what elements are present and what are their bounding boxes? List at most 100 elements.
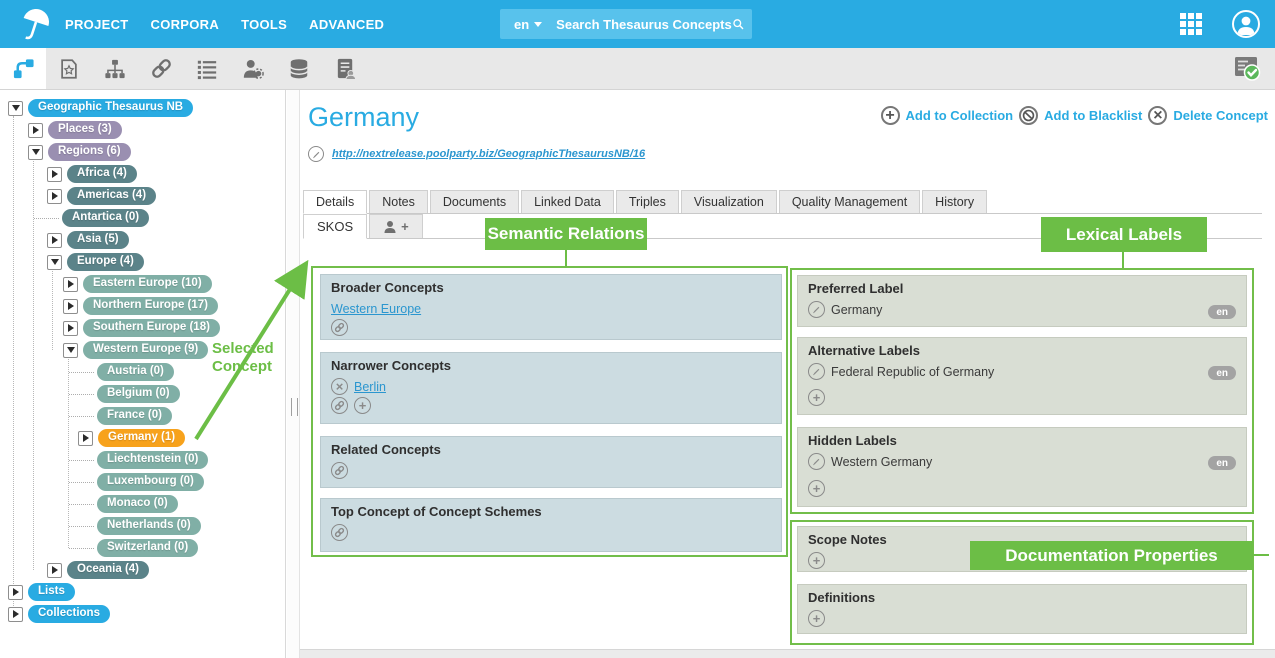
menu-project[interactable]: PROJECT: [65, 17, 129, 32]
hidden-label-value: Western Germany: [831, 455, 932, 469]
tree-toggle[interactable]: [47, 233, 62, 248]
tree-node-austria[interactable]: Austria (0): [97, 363, 174, 382]
search-input[interactable]: en Search Thesaurus Concepts: [500, 9, 752, 39]
quality-status-icon[interactable]: [1233, 54, 1261, 82]
tree-toggle[interactable]: [47, 255, 62, 270]
search-icon[interactable]: [732, 14, 744, 34]
tree-node-africa[interactable]: Africa (4): [67, 165, 137, 184]
add-definition-icon[interactable]: [808, 610, 825, 627]
tree-node-northern-europe[interactable]: Northern Europe (17): [83, 297, 218, 316]
tab-linked-data[interactable]: Linked Data: [521, 190, 614, 213]
pencil-icon[interactable]: [808, 363, 825, 380]
tree-node-regions[interactable]: Regions (6): [48, 143, 131, 162]
tree-node-asia[interactable]: Asia (5): [67, 231, 129, 250]
tree-leaf-stub: [69, 372, 94, 373]
database-icon[interactable]: [276, 48, 322, 89]
tree-node-lists[interactable]: Lists: [28, 583, 75, 602]
chevron-down-icon: [534, 22, 542, 27]
menu-corpora[interactable]: CORPORA: [151, 17, 220, 32]
concept-tree-icon[interactable]: [0, 48, 46, 89]
tree-toggle[interactable]: [8, 585, 23, 600]
tab-details[interactable]: Details: [303, 190, 367, 214]
add-narrower-icon[interactable]: [354, 397, 371, 414]
pencil-icon[interactable]: [808, 453, 825, 470]
search-language-select[interactable]: en: [514, 17, 529, 32]
menu-tools[interactable]: TOOLS: [241, 17, 287, 32]
box-title: Hidden Labels: [808, 433, 1236, 448]
tree-node-antartica[interactable]: Antartica (0): [62, 209, 149, 228]
subtab-skos[interactable]: SKOS: [303, 214, 367, 239]
tree-node-collections[interactable]: Collections: [28, 605, 110, 624]
tab-documents[interactable]: Documents: [430, 190, 519, 213]
tree-node-liechtenstein[interactable]: Liechtenstein (0): [97, 451, 208, 470]
menu-advanced[interactable]: ADVANCED: [309, 17, 384, 32]
tree-node-netherlands[interactable]: Netherlands (0): [97, 517, 201, 536]
tree-toggle[interactable]: [8, 101, 23, 116]
concept-uri-link[interactable]: http://nextrelease.poolparty.biz/Geograp…: [332, 148, 645, 160]
tree-node-western-europe[interactable]: Western Europe (9): [83, 341, 208, 360]
tree-node-americas[interactable]: Americas (4): [67, 187, 156, 206]
tree-toggle[interactable]: [28, 123, 43, 138]
panel-splitter[interactable]: [287, 90, 300, 658]
tree-node-germany-selected[interactable]: Germany (1): [98, 429, 185, 448]
tree-node-eastern-europe[interactable]: Eastern Europe (10): [83, 275, 212, 294]
add-to-blacklist-button[interactable]: Add to Blacklist: [1044, 108, 1142, 123]
tree-node-switzerland[interactable]: Switzerland (0): [97, 539, 198, 558]
tree-node-france[interactable]: France (0): [97, 407, 172, 426]
narrower-concepts-box: Narrower Concepts Berlin: [320, 352, 782, 424]
list-icon[interactable]: [184, 48, 230, 89]
tree-toggle[interactable]: [47, 563, 62, 578]
tab-quality-management[interactable]: Quality Management: [779, 190, 920, 213]
user-settings-icon[interactable]: [230, 48, 276, 89]
tree-node-luxembourg[interactable]: Luxembourg (0): [97, 473, 204, 492]
add-scope-note-icon[interactable]: [808, 552, 825, 569]
tab-notes[interactable]: Notes: [369, 190, 428, 213]
subtab-add-user-view[interactable]: +: [369, 214, 423, 238]
tab-visualization[interactable]: Visualization: [681, 190, 777, 213]
poolparty-umbrella-logo[interactable]: [18, 6, 54, 44]
tree-toggle[interactable]: [78, 431, 93, 446]
tree-node-oceania[interactable]: Oceania (4): [67, 561, 149, 580]
splitter-grip-icon[interactable]: [291, 398, 298, 416]
tree-leaf-stub: [69, 394, 94, 395]
pencil-icon[interactable]: [308, 146, 324, 162]
tree-toggle[interactable]: [47, 167, 62, 182]
tab-history[interactable]: History: [922, 190, 987, 213]
tree-node-monaco[interactable]: Monaco (0): [97, 495, 178, 514]
tree-toggle[interactable]: [47, 189, 62, 204]
remove-narrower-icon[interactable]: [331, 378, 348, 395]
pencil-icon[interactable]: [808, 301, 825, 318]
tree-toggle[interactable]: [8, 607, 23, 622]
tree-toggle[interactable]: [63, 299, 78, 314]
delete-concept-icon[interactable]: ×: [1148, 106, 1167, 125]
link-concept-icon[interactable]: [331, 397, 348, 414]
tree-node-europe[interactable]: Europe (4): [67, 253, 144, 272]
hierarchy-icon[interactable]: [92, 48, 138, 89]
narrower-concept-link[interactable]: Berlin: [354, 380, 386, 394]
link-concept-icon[interactable]: [331, 319, 348, 336]
add-to-blacklist-icon[interactable]: [1019, 106, 1038, 125]
add-to-collection-button[interactable]: Add to Collection: [906, 108, 1014, 123]
tree-toggle[interactable]: [28, 145, 43, 160]
tree-node-belgium[interactable]: Belgium (0): [97, 385, 180, 404]
add-alternative-label-icon[interactable]: [808, 389, 825, 406]
tab-triples[interactable]: Triples: [616, 190, 679, 213]
broader-concept-link[interactable]: Western Europe: [331, 302, 421, 316]
link-concept-icon[interactable]: [331, 462, 348, 479]
add-to-collection-icon[interactable]: +: [881, 106, 900, 125]
tree-node-places[interactable]: Places (3): [48, 121, 122, 140]
link-icon[interactable]: [138, 48, 184, 89]
repository-user-icon[interactable]: [322, 48, 368, 89]
add-hidden-label-icon[interactable]: [808, 480, 825, 497]
tree-node-southern-europe[interactable]: Southern Europe (18): [83, 319, 220, 338]
apps-grid-icon[interactable]: [1180, 13, 1202, 35]
horizontal-scrollbar-track[interactable]: [300, 649, 1275, 658]
tree-toggle[interactable]: [63, 321, 78, 336]
tree-toggle[interactable]: [63, 343, 78, 358]
tree-toggle[interactable]: [63, 277, 78, 292]
user-avatar-icon[interactable]: [1232, 10, 1260, 38]
tree-node-thesaurus-root[interactable]: Geographic Thesaurus NB: [28, 99, 193, 118]
link-concept-icon[interactable]: [331, 524, 348, 541]
delete-concept-button[interactable]: Delete Concept: [1173, 108, 1268, 123]
document-star-icon[interactable]: [46, 48, 92, 89]
